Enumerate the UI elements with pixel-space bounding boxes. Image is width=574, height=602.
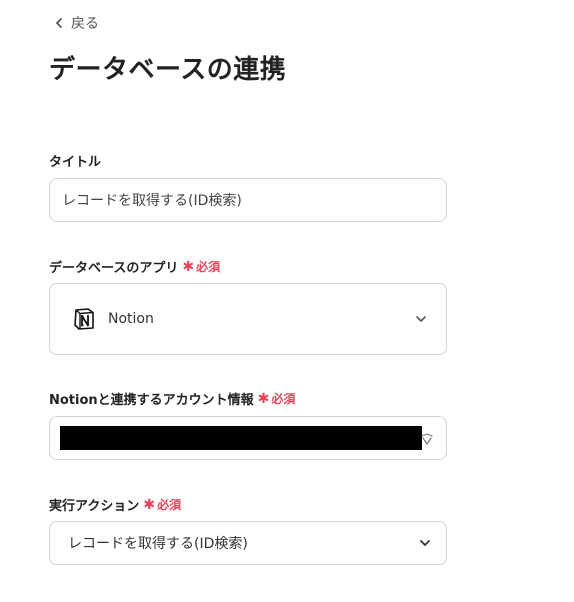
required-badge: ✱ 必須 — [143, 496, 181, 513]
action-value: レコードを取得する(ID検索) — [68, 536, 248, 552]
account-label-text: Notionと連携するアカウント情報 — [49, 393, 254, 408]
title-field-label: タイトル — [49, 151, 101, 170]
required-star-icon: ✱ — [257, 390, 270, 407]
required-badge: ✱ 必須 — [258, 390, 296, 407]
chevron-down-icon — [416, 316, 426, 322]
action-label-text: 実行アクション — [49, 499, 140, 514]
page-title: データベースの連携 — [49, 55, 287, 85]
required-star-icon: ✱ — [143, 496, 156, 513]
chevron-left-icon — [56, 18, 62, 28]
app-select[interactable]: Notion — [49, 283, 447, 355]
redacted-account-value — [60, 426, 422, 450]
action-select[interactable]: レコードを取得する(ID検索) — [49, 521, 447, 565]
required-text: 必須 — [196, 260, 221, 274]
account-field-label: Notionと連携するアカウント情報 ✱ 必須 — [49, 389, 296, 409]
back-label: 戻る — [71, 16, 99, 32]
app-field-label: データベースのアプリ ✱ 必須 — [49, 257, 220, 277]
required-text: 必須 — [271, 392, 296, 406]
app-label-text: データベースのアプリ — [49, 261, 179, 276]
notion-logo-icon — [74, 308, 94, 330]
title-label-text: タイトル — [49, 155, 102, 170]
required-star-icon: ✱ — [182, 258, 195, 275]
required-badge: ✱ 必須 — [182, 258, 220, 275]
required-text: 必須 — [157, 498, 182, 512]
action-field-label: 実行アクション ✱ 必須 — [49, 495, 181, 515]
account-select[interactable] — [49, 416, 447, 460]
app-name: Notion — [108, 311, 154, 327]
refresh-icon[interactable] — [420, 432, 434, 446]
back-link[interactable]: 戻る — [53, 13, 99, 33]
title-input[interactable] — [49, 178, 447, 222]
chevron-down-icon — [420, 540, 430, 546]
